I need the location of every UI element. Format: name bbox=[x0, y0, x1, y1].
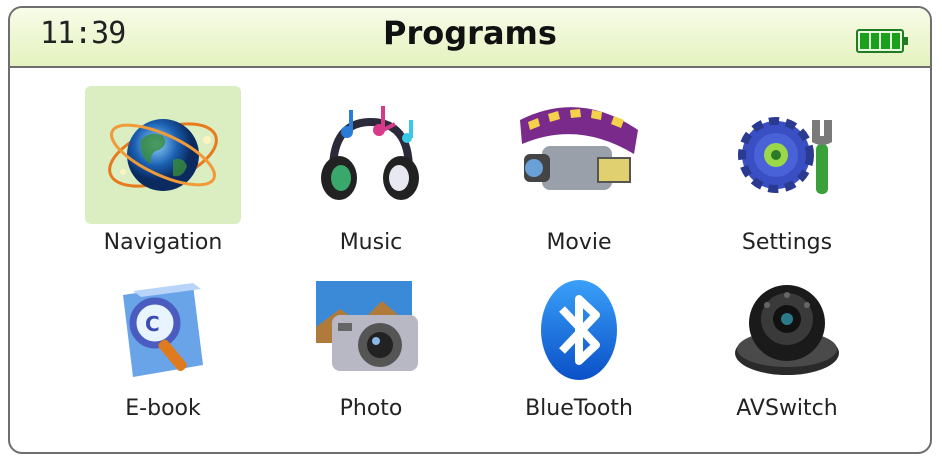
camera-icon bbox=[316, 281, 418, 371]
battery-icon bbox=[856, 29, 908, 53]
app-label: AVSwitch bbox=[736, 396, 838, 421]
app-tile-navigation[interactable]: Navigation bbox=[48, 86, 278, 255]
battery-cell bbox=[881, 33, 890, 49]
app-label: Music bbox=[339, 230, 403, 255]
device-frame: 11:39 Programs Navigation Music Movie Se… bbox=[8, 6, 932, 454]
headphones-icon bbox=[321, 106, 419, 200]
security-camera-icon bbox=[735, 285, 839, 375]
icon-box bbox=[501, 270, 657, 390]
icon-box bbox=[501, 86, 657, 224]
globe-icon bbox=[108, 119, 218, 191]
bluetooth-icon bbox=[541, 280, 617, 380]
icon-box bbox=[293, 270, 449, 390]
app-label: BlueTooth bbox=[525, 396, 633, 421]
app-tile-bluetooth[interactable]: BlueTooth bbox=[464, 270, 694, 421]
app-label: Navigation bbox=[103, 230, 223, 255]
app-tile-settings[interactable]: Settings bbox=[672, 86, 902, 255]
app-tile-e-book[interactable]: C E-book bbox=[48, 270, 278, 421]
app-label: Photo bbox=[339, 396, 403, 421]
icon-box bbox=[709, 270, 865, 390]
app-tile-photo[interactable]: Photo bbox=[256, 270, 486, 421]
battery-cell bbox=[891, 33, 900, 49]
battery-cell bbox=[860, 33, 869, 49]
status-bar: 11:39 Programs bbox=[10, 8, 930, 68]
battery-cell bbox=[870, 33, 879, 49]
app-tile-music[interactable]: Music bbox=[256, 86, 486, 255]
app-label: Settings bbox=[741, 230, 833, 255]
icon-box: C bbox=[85, 270, 241, 390]
selection-highlight bbox=[85, 86, 241, 224]
app-label: E-book bbox=[125, 396, 201, 421]
icon-box bbox=[709, 86, 865, 224]
book-magnifier-icon: C bbox=[123, 283, 203, 377]
camcorder-icon bbox=[520, 107, 638, 190]
app-tile-movie[interactable]: Movie bbox=[464, 86, 694, 255]
icon-box bbox=[293, 86, 449, 224]
svg-text:C: C bbox=[145, 312, 160, 336]
app-tile-avswitch[interactable]: AVSwitch bbox=[672, 270, 902, 421]
page-title: Programs bbox=[383, 14, 557, 52]
gear-wrench-icon bbox=[738, 117, 832, 194]
app-label: Movie bbox=[546, 230, 612, 255]
